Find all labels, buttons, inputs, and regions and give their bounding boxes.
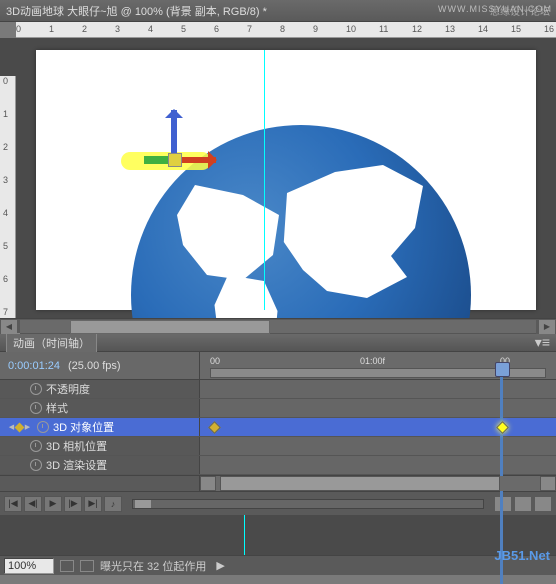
onion-skin-icon[interactable] [495,497,511,511]
ruler-tick: 16 [544,24,554,34]
keyframe[interactable] [208,421,221,434]
ruler-tick: 1 [49,24,54,34]
scroll-track[interactable] [20,320,536,334]
delete-icon[interactable] [515,497,531,511]
time-tick: 01:00f [360,356,385,366]
transport-controls: |◀ ◀| ▶ |▶ ▶| ♪ [0,491,556,515]
canvas-scrollbar-h[interactable]: ◀ ▶ [0,318,556,334]
tl-scroll-right[interactable] [540,476,556,491]
fps-label: (25.00 fps) [68,360,121,372]
ruler-tick: 0 [16,24,21,34]
ruler-tick: 4 [3,208,8,218]
track-label: 不透明度 [46,381,90,397]
watermark-top: WWW.MISSYUAN.COM [438,4,552,14]
guide-vertical[interactable] [264,50,265,310]
ruler-tick: 11 [379,24,388,34]
ruler-tick: 1 [3,109,8,119]
animation-panel: 动画（时间轴） ▾≡ 0:00:01:24 (25.00 fps) 00 01:… [0,334,556,515]
ruler-tick: 5 [3,241,8,251]
keyframe[interactable] [496,421,509,434]
watermark-bottom: JB51.Net [494,548,550,563]
ruler-tick: 7 [247,24,252,34]
time-tick: 00 [210,356,220,366]
ruler-tick: 2 [3,142,8,152]
convert-icon[interactable] [535,497,551,511]
ruler-tick: 5 [181,24,186,34]
ruler-tick: 3 [115,24,120,34]
ruler-tick: 4 [148,24,153,34]
goto-end-button[interactable]: ▶| [84,496,102,512]
zoom-slider[interactable] [132,499,484,509]
document-title: 3D动画地球 大眼仔~旭 @ 100% (背景 副本, RGB/8) * [6,3,490,19]
status-message: 曝光只在 32 位起作用 [100,558,206,574]
timeline-track[interactable]: ◀▶3D 对象位置 [0,418,556,437]
prev-frame-button[interactable]: ◀| [24,496,42,512]
play-button[interactable]: ▶ [44,496,62,512]
stopwatch-icon[interactable] [30,402,42,414]
stopwatch-icon[interactable] [30,383,42,395]
scroll-thumb[interactable] [70,320,270,334]
ruler-tick: 13 [445,24,455,34]
document-canvas[interactable] [36,50,536,310]
canvas-viewport[interactable]: 012345678 [0,38,556,318]
timeline-tracks: 不透明度样式◀▶3D 对象位置3D 相机位置3D 渲染设置 [0,380,556,475]
stopwatch-icon[interactable] [30,459,42,471]
zoom-field[interactable]: 100% [4,558,54,574]
ruler-tick: 8 [280,24,285,34]
stopwatch-icon[interactable] [37,421,49,433]
current-timecode[interactable]: 0:00:01:24 [8,360,60,372]
padding-area [0,515,556,555]
timeline-scrollbar [0,475,556,491]
zoom-slider-thumb[interactable] [135,500,151,508]
tl-scroll-left[interactable] [200,476,216,491]
animation-panel-header[interactable]: 动画（时间轴） ▾≡ [0,334,556,352]
animation-tab[interactable]: 动画（时间轴） [6,333,97,352]
goto-start-button[interactable]: |◀ [4,496,22,512]
scroll-right-button[interactable]: ▶ [539,320,555,334]
page-next-button[interactable] [80,560,94,572]
ruler-tick: 6 [3,274,8,284]
track-label: 3D 相机位置 [46,438,107,454]
status-bar: 100% 曝光只在 32 位起作用 ▶ [0,555,556,575]
ruler-tick: 2 [82,24,87,34]
gizmo-x-axis[interactable] [176,157,216,163]
track-label: 样式 [46,400,68,416]
timeline-track[interactable]: 不透明度 [0,380,556,399]
ruler-tick: 0 [3,76,8,86]
audio-button[interactable]: ♪ [104,496,122,512]
ruler-tick: 15 [511,24,521,34]
next-frame-button[interactable]: |▶ [64,496,82,512]
gizmo-center[interactable] [168,153,182,167]
ruler-horizontal[interactable]: 012345678910111213141516 [16,22,556,38]
ruler-tick: 10 [346,24,356,34]
ruler-tick: 3 [3,175,8,185]
page-prev-button[interactable] [60,560,74,572]
track-label: 3D 渲染设置 [46,457,107,473]
timecode-area[interactable]: 0:00:01:24 (25.00 fps) [0,352,200,379]
timeline-track[interactable]: 样式 [0,399,556,418]
scroll-left-button[interactable]: ◀ [1,320,17,334]
3d-gizmo[interactable] [136,110,216,190]
timeline-ruler[interactable]: 00 01:00f 00 [200,352,556,379]
panel-menu-icon[interactable]: ▾≡ [535,334,550,351]
next-key-icon[interactable]: ▶ [24,424,31,431]
stopwatch-icon[interactable] [30,440,42,452]
status-dropdown-icon[interactable]: ▶ [216,559,224,572]
ruler-tick: 12 [412,24,422,34]
timeline-track[interactable]: 3D 相机位置 [0,437,556,456]
ruler-vertical[interactable]: 012345678 [0,76,16,318]
ruler-tick: 6 [214,24,219,34]
tl-scroll-track[interactable] [216,476,540,491]
ruler-tick: 9 [313,24,318,34]
timeline-track[interactable]: 3D 渲染设置 [0,456,556,475]
ruler-tick: 14 [478,24,488,34]
track-label: 3D 对象位置 [53,419,114,435]
timeline-header: 0:00:01:24 (25.00 fps) 00 01:00f 00 [0,352,556,380]
guide-vertical-ext [244,515,245,555]
ruler-tick: 7 [3,307,8,317]
add-key-icon[interactable] [15,422,25,432]
tl-scroll-thumb[interactable] [220,476,500,491]
